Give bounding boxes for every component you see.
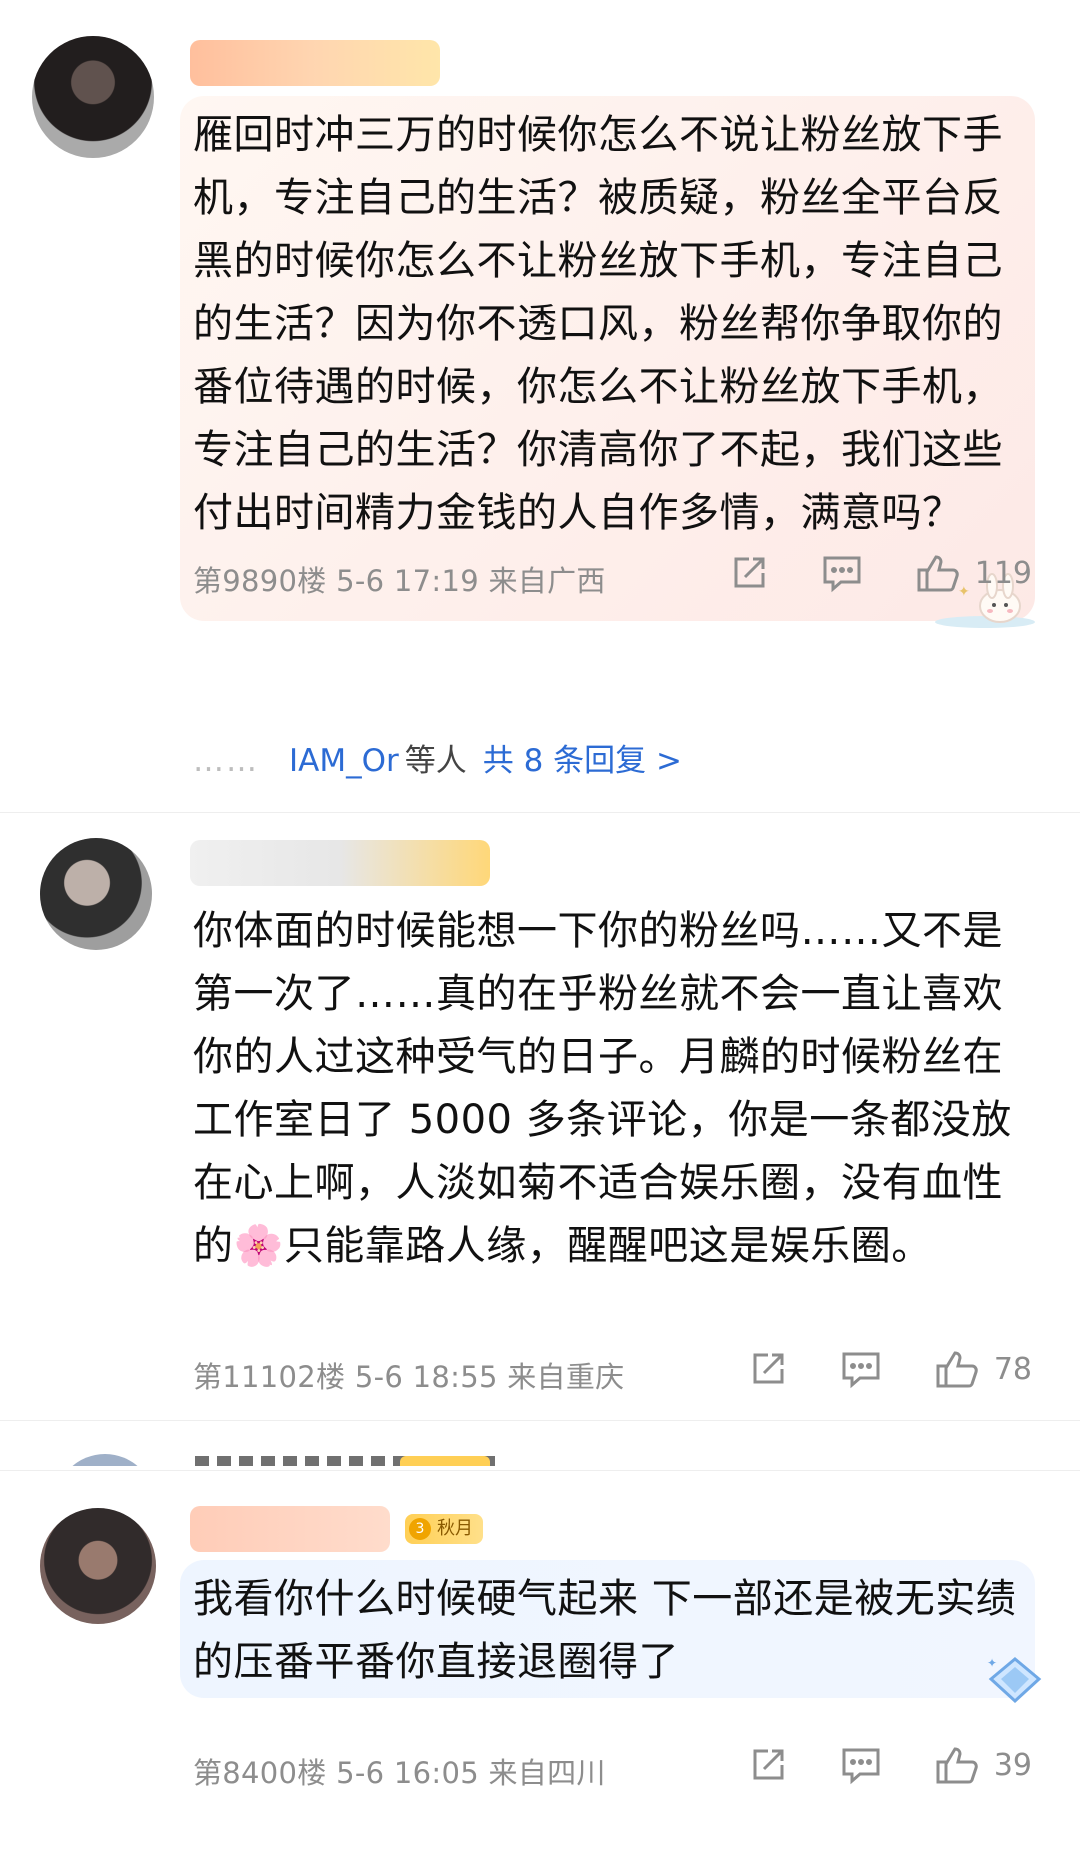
username-redacted[interactable]: [190, 40, 440, 86]
username-redacted[interactable]: [190, 1506, 390, 1552]
comment-text-part: 你体面的时候能想一下你的粉丝吗……又不是第一次了……真的在乎粉丝就不会一直让喜欢…: [193, 908, 1012, 1269]
divider: [0, 1470, 1080, 1471]
replies-etc: 等人: [404, 743, 467, 779]
svg-text:✦: ✦: [987, 1656, 997, 1670]
comment-actions: 119: [729, 552, 1032, 594]
replies-user[interactable]: IAM_Or: [289, 743, 399, 779]
fan-level-badge[interactable]: 3 秋月: [405, 1514, 483, 1544]
comment-text: 雁回时冲三万的时候你怎么不说让粉丝放下手机，专注自己的生活？被质疑，粉丝全平台反…: [193, 112, 1003, 536]
comment-meta: 第11102楼 5-6 18:55 来自重庆: [193, 1360, 625, 1394]
like-count: 119: [974, 555, 1032, 591]
replies-summary[interactable]: …… IAM_Or 等人共 8 条回复 >: [193, 735, 682, 780]
avatar[interactable]: [40, 1508, 156, 1624]
diamond-sticker-icon: ✦: [985, 1655, 1045, 1709]
comment-text-part: 只能靠路人缘，醒醒吧这是娱乐圈。: [283, 1223, 932, 1269]
share-icon[interactable]: [748, 1745, 788, 1785]
comment-text: 我看你什么时候硬气起来 下一部还是被无实绩的压番平番你直接退圈得了: [193, 1576, 1017, 1685]
like-count: 78: [993, 1351, 1032, 1387]
avatar[interactable]: [40, 838, 152, 950]
like-icon[interactable]: [915, 552, 961, 594]
comment-actions: 78: [748, 1348, 1032, 1390]
view-replies-link[interactable]: 共 8 条回复 >: [483, 743, 682, 779]
avatar: [55, 1454, 155, 1466]
flower-emoji-icon: 🌸: [233, 1223, 284, 1269]
avatar[interactable]: [32, 36, 154, 158]
like-count: 39: [993, 1747, 1032, 1783]
badge: [400, 1456, 490, 1466]
comment-text: 你体面的时候能想一下你的粉丝吗……又不是第一次了……真的在乎粉丝就不会一直让喜欢…: [193, 900, 1033, 1278]
comment-actions: 39: [748, 1744, 1032, 1786]
like-icon[interactable]: [934, 1348, 980, 1390]
comment-meta: 第9890楼 5-6 17:19 来自广西: [193, 564, 606, 598]
divider: [0, 1420, 1080, 1421]
like-icon[interactable]: [934, 1744, 980, 1786]
badge-level: 3: [409, 1518, 431, 1540]
comment-meta: 第8400楼 5-6 16:05 来自四川: [193, 1756, 606, 1790]
divider: [0, 812, 1080, 813]
partial-comment-row: [0, 1448, 1080, 1466]
username-redacted[interactable]: [190, 840, 490, 886]
replies-dots: ……: [193, 743, 259, 779]
comment-icon[interactable]: [840, 1745, 882, 1785]
share-icon[interactable]: [729, 553, 769, 593]
comment-icon[interactable]: [840, 1349, 882, 1389]
badge-label: 秋月: [437, 1518, 473, 1539]
comment-icon[interactable]: [821, 553, 863, 593]
share-icon[interactable]: [748, 1349, 788, 1389]
